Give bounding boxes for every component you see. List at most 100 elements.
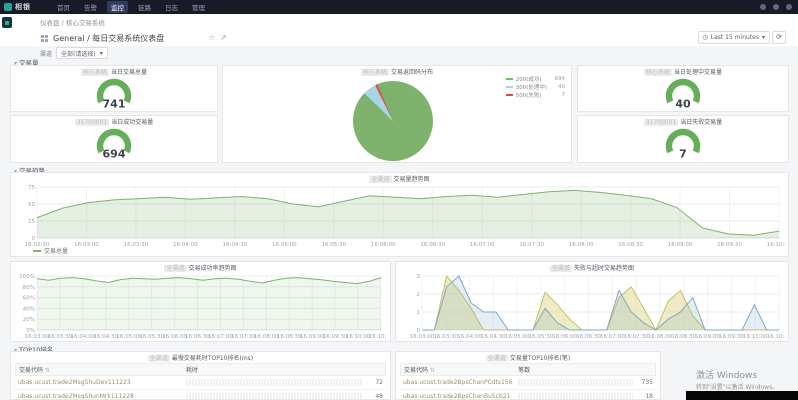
- transaction-code-link[interactable]: ubas.ucust.trade2BpsChanPCdts156: [403, 379, 518, 386]
- led-bar: [518, 393, 633, 400]
- svg-text:16:08:00: 16:08:00: [648, 334, 673, 340]
- pie-legend-item[interactable]: 500(失败)7: [506, 91, 565, 99]
- nav-item[interactable]: 管理: [188, 1, 209, 13]
- nav-menu: 首页告警监控链路日志管理: [53, 1, 209, 13]
- volume-top-table: 交易代码⇅笔数ubas.ucust.trade2BpsChanPCdts1567…: [400, 363, 656, 400]
- sort-icon[interactable]: ⇅: [430, 367, 435, 374]
- top-navbar: 相银 首页告警监控链路日志管理: [0, 0, 798, 14]
- panel-title[interactable]: 全渠道交易量趋势图: [11, 174, 788, 183]
- table-row: ubas.ucust.trade2BpsChanPCdts156735: [400, 376, 656, 390]
- svg-text:16:07:00: 16:07:00: [470, 242, 495, 248]
- volume-trend-chart[interactable]: 025507516:02:3016:03:0016:03:3016:04:001…: [13, 184, 785, 248]
- table-header[interactable]: 交易代码⇅笔数: [400, 363, 656, 376]
- svg-text:16:05:30: 16:05:30: [139, 334, 164, 340]
- svg-text:16:04:00: 16:04:00: [71, 334, 96, 340]
- panel-title[interactable]: 31700001当日成功交易量: [11, 117, 217, 126]
- bottom-black-strip: [686, 391, 798, 400]
- svg-text:50: 50: [28, 202, 35, 208]
- brand-name: 相银: [15, 2, 31, 12]
- svg-text:16:05:00: 16:05:00: [505, 334, 530, 340]
- pie-legend-item[interactable]: 300(处理中)40: [506, 83, 565, 91]
- svg-text:40: 40: [675, 98, 691, 111]
- svg-text:1: 1: [417, 310, 421, 316]
- nav-item[interactable]: 日志: [161, 1, 182, 13]
- pie-chart[interactable]: [353, 81, 433, 161]
- breadcrumb[interactable]: 仪表盘 / 核心交易系统: [40, 17, 105, 27]
- panel-title[interactable]: 核心系统当日处理中交易量: [578, 67, 788, 76]
- transaction-code-link[interactable]: ubas.ucust.trade2MsgShuDev111223: [18, 379, 186, 386]
- side-logo-badge[interactable]: [2, 17, 12, 28]
- panel-gauge-success: 31700001当日成功交易量 694: [10, 115, 218, 163]
- svg-text:20%: 20%: [23, 317, 35, 323]
- nav-item[interactable]: 告警: [80, 1, 101, 13]
- success-rate-chart[interactable]: 0%20%40%60%80%100%16:03:0016:03:3016:04:…: [13, 273, 387, 340]
- svg-text:16:10:00: 16:10:00: [743, 334, 768, 340]
- svg-text:16:07:30: 16:07:30: [624, 334, 649, 340]
- nav-item[interactable]: 监控: [107, 1, 128, 13]
- transaction-code-link[interactable]: ubas.ucust.trade2BpsChanBuScb21: [403, 393, 518, 400]
- star-icon[interactable]: ☆: [208, 33, 215, 42]
- svg-text:16:08:00: 16:08:00: [569, 242, 594, 248]
- nav-item[interactable]: 首页: [53, 1, 74, 13]
- clock-icon: ◷: [703, 34, 708, 41]
- panel-gauge-processing: 核心系统当日处理中交易量 40: [577, 65, 789, 112]
- svg-text:3: 3: [417, 274, 421, 280]
- table-header[interactable]: 交易代码⇅耗时: [15, 363, 386, 376]
- gauge-success[interactable]: 694: [11, 126, 217, 160]
- panel-title[interactable]: 核心系统当日交易总量: [11, 67, 217, 76]
- svg-text:16:07:00: 16:07:00: [208, 334, 233, 340]
- svg-text:741: 741: [103, 98, 126, 111]
- chart-legend[interactable]: 交易总量: [33, 246, 68, 255]
- nav-item[interactable]: 链路: [134, 1, 155, 13]
- gauge-failed[interactable]: 7: [578, 126, 788, 160]
- panel-title[interactable]: 全渠道交易成功率趋势图: [11, 263, 390, 272]
- svg-text:16:10:00: 16:10:00: [767, 242, 785, 248]
- pie-legend: 200(成功)694300(处理中)40500(失败)7: [506, 75, 565, 99]
- user-avatar-icon[interactable]: [786, 4, 792, 10]
- brand[interactable]: 相银: [4, 2, 31, 12]
- time-range-picker[interactable]: ◷ Last 15 minutes ▾: [698, 31, 771, 44]
- transaction-code-link[interactable]: ubas.ucust.trade2MsgShunMrk111228: [18, 393, 186, 400]
- svg-text:16:06:30: 16:06:30: [576, 334, 601, 340]
- sort-icon[interactable]: ⇅: [45, 367, 50, 374]
- dashboard-title[interactable]: General / 每日交易系统仪表盘: [53, 33, 164, 44]
- panel-fail-timeout: 全渠道失败与超时交易趋势图 012316:03:0016:03:3016:04:…: [395, 261, 789, 342]
- refresh-button[interactable]: ⟳: [772, 31, 786, 44]
- pie-legend-item[interactable]: 200(成功)694: [506, 75, 565, 83]
- svg-text:16:04:00: 16:04:00: [457, 334, 482, 340]
- bell-icon[interactable]: [773, 4, 779, 10]
- cell-value: 72: [367, 379, 383, 386]
- svg-text:100%: 100%: [19, 274, 35, 280]
- gauge-processing[interactable]: 40: [578, 76, 788, 110]
- gauge-total[interactable]: 741: [11, 76, 217, 110]
- share-icon[interactable]: ↗: [220, 33, 227, 42]
- cell-value: 18: [637, 393, 653, 400]
- svg-text:16:10:00: 16:10:00: [346, 334, 371, 340]
- breadcrumb-bar: [0, 14, 798, 29]
- panel-title[interactable]: 全渠道最慢交易耗时TOP10排名(ms): [11, 353, 390, 362]
- svg-text:7: 7: [679, 148, 687, 161]
- panel-slowest-table: 全渠道最慢交易耗时TOP10排名(ms) 交易代码⇅耗时ubas.ucust.t…: [10, 351, 391, 400]
- variables-toolbar: 渠道 全部(请选择) ▾: [40, 47, 108, 59]
- variable-dropdown[interactable]: 全部(请选择) ▾: [56, 47, 108, 59]
- panel-title[interactable]: 31700001当日失败交易量: [578, 117, 788, 126]
- legend-dash-icon: [33, 250, 41, 252]
- svg-text:16:08:30: 16:08:30: [671, 334, 696, 340]
- svg-text:60%: 60%: [23, 296, 35, 302]
- panel-pie-returncodes: 核心系统交易返回码分布 200(成功)694300(处理中)40500(失败)7: [222, 65, 572, 163]
- svg-text:16:05:30: 16:05:30: [321, 242, 346, 248]
- chevron-down-icon: ▾: [762, 34, 765, 41]
- svg-text:16:03:00: 16:03:00: [410, 334, 435, 340]
- panel-title[interactable]: 全渠道失败与超时交易趋势图: [396, 263, 788, 272]
- svg-text:16:09:00: 16:09:00: [668, 242, 693, 248]
- svg-text:16:09:00: 16:09:00: [300, 334, 325, 340]
- panel-title[interactable]: 全渠道交易量TOP10排名(笔): [396, 353, 660, 362]
- svg-text:16:08:30: 16:08:30: [277, 334, 302, 340]
- panel-gauge-failed: 31700001当日失败交易量 7: [577, 115, 789, 163]
- svg-text:80%: 80%: [23, 285, 35, 291]
- search-icon[interactable]: [760, 4, 766, 10]
- table-row: ubas.ucust.trade2MsgShuDev111223 72: [15, 376, 386, 390]
- fail-timeout-chart[interactable]: 012316:03:0016:03:3016:04:0016:04:3016:0…: [398, 273, 785, 340]
- cell-value: 48: [367, 393, 383, 400]
- svg-text:16:10:30: 16:10:30: [767, 334, 785, 340]
